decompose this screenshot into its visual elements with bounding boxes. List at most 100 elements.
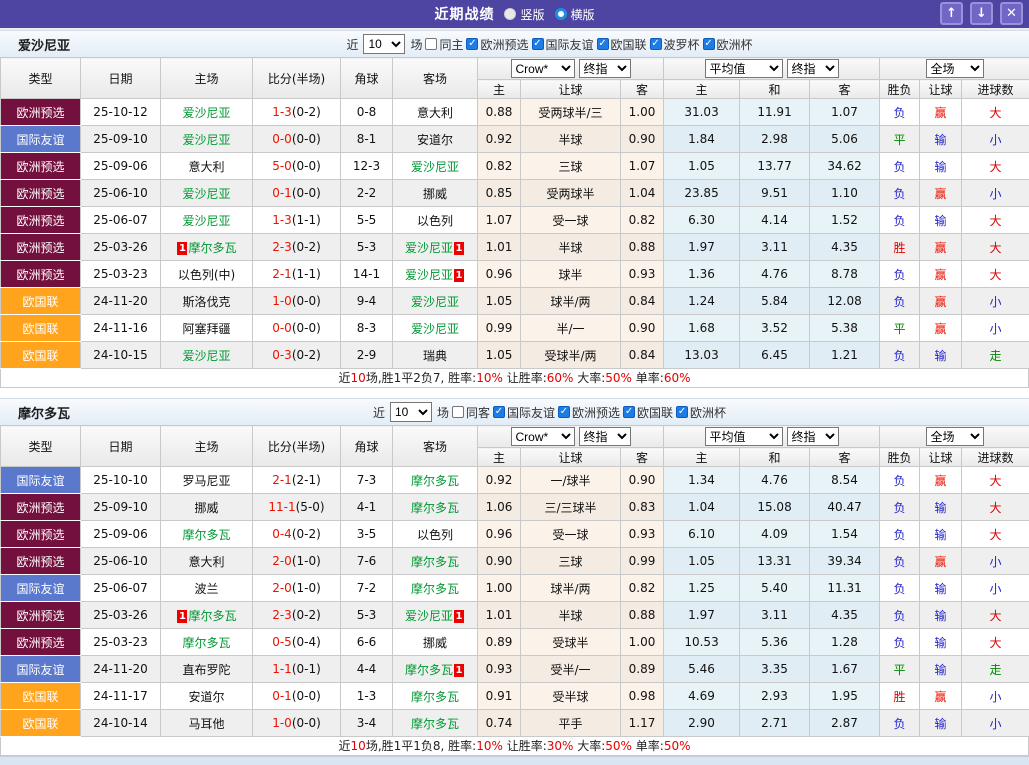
league-type-cell: 欧洲预选 (1, 234, 81, 261)
sub-column-header: 和 (740, 448, 810, 467)
result-cell: 平 (880, 656, 920, 683)
match-row: 国际友谊25-10-10罗马尼亚2-1(2-1)7-3摩尔多瓦0.92一/球半0… (1, 467, 1029, 494)
radio-unselected-icon[interactable] (555, 8, 567, 20)
summary-text: 近 (339, 739, 351, 753)
sub-column-header: 客 (810, 80, 880, 99)
handicap-result-cell: 输 (920, 126, 962, 153)
date-cell: 24-10-14 (81, 710, 161, 737)
checked-checkbox-icon[interactable]: ✓ (623, 406, 635, 418)
result-cell: 负 (880, 575, 920, 602)
handicap-line: 受球半/两 (521, 342, 621, 369)
average-select[interactable]: 平均值 (705, 59, 783, 78)
filter-checkbox-欧洲杯[interactable]: ✓欧洲杯 (703, 36, 753, 53)
filter-checkbox-欧国联[interactable]: ✓欧国联 (597, 36, 647, 53)
goals-result-cell: 小 (962, 575, 1029, 602)
checked-checkbox-icon[interactable]: ✓ (650, 38, 662, 50)
checked-checkbox-icon[interactable]: ✓ (466, 38, 478, 50)
avg-draw-odds: 5.84 (740, 288, 810, 315)
average-final-select[interactable]: 终指 (787, 59, 839, 78)
match-count-select[interactable]: 10 (363, 34, 405, 54)
avg-away-odds: 8.54 (810, 467, 880, 494)
move-down-button[interactable]: ↓ (970, 2, 993, 25)
handicap-line: 三/三球半 (521, 494, 621, 521)
unchecked-checkbox-icon[interactable] (452, 406, 464, 418)
red-card-badge: 1 (454, 242, 464, 255)
filter-checkbox-国际友谊[interactable]: ✓国际友谊 (493, 404, 555, 421)
league-type-cell: 欧国联 (1, 710, 81, 737)
checked-checkbox-icon[interactable]: ✓ (676, 406, 688, 418)
radio-selected-icon[interactable] (504, 8, 516, 20)
filter-checkbox-欧洲预选[interactable]: ✓欧洲预选 (558, 404, 620, 421)
date-cell: 24-11-17 (81, 683, 161, 710)
filter-checkbox-波罗杯[interactable]: ✓波罗杯 (650, 36, 700, 53)
away-team-cell: 爱沙尼亚 (393, 288, 478, 315)
scope-select[interactable]: 全场 (926, 427, 984, 446)
sub-column-header: 进球数 (962, 80, 1029, 99)
layout-radio-vertical[interactable]: 竖版 (504, 6, 544, 23)
date-cell: 24-11-20 (81, 288, 161, 315)
average-select[interactable]: 平均值 (705, 427, 783, 446)
average-final-select[interactable]: 终指 (787, 427, 839, 446)
column-header: 客场 (393, 426, 478, 467)
away-team-name: 意大利 (417, 106, 453, 120)
filter-checkbox-欧洲预选[interactable]: ✓欧洲预选 (466, 36, 528, 53)
avg-away-odds: 1.54 (810, 521, 880, 548)
handicap-line: 半球 (521, 126, 621, 153)
recent-results-table: 类型日期主场比分(半场)角球客场Crow*终指平均值终指全场主让球客主和客胜负让… (0, 57, 1029, 369)
filter-checkbox-同客[interactable]: 同客 (452, 404, 490, 421)
avg-home-odds: 1.25 (664, 575, 740, 602)
avg-home-odds: 31.03 (664, 99, 740, 126)
match-count-select[interactable]: 10 (390, 402, 432, 422)
away-team-cell: 爱沙尼亚 (393, 153, 478, 180)
filter-checkbox-同主[interactable]: 同主 (425, 36, 463, 53)
halftime-score: (0-2) (292, 105, 321, 119)
move-up-button[interactable]: ↑ (940, 2, 963, 25)
corners-cell: 4-4 (341, 656, 393, 683)
home-team-cell: 爱沙尼亚 (161, 342, 253, 369)
unchecked-checkbox-icon[interactable] (425, 38, 437, 50)
filter-checkbox-欧国联[interactable]: ✓欧国联 (623, 404, 673, 421)
fulltime-score: 5-0 (272, 159, 292, 173)
avg-draw-odds: 5.40 (740, 575, 810, 602)
company-select[interactable]: Crow* (511, 59, 575, 78)
away-team-cell: 摩尔多瓦 (393, 548, 478, 575)
avg-away-odds: 39.34 (810, 548, 880, 575)
checked-checkbox-icon[interactable]: ✓ (597, 38, 609, 50)
score-cell: 1-3(0-2) (253, 99, 341, 126)
filter-checkbox-label: 欧国联 (637, 404, 673, 421)
handicap-line: 受球半 (521, 629, 621, 656)
handicap-result-cell: 赢 (920, 683, 962, 710)
header-row-top: 类型日期主场比分(半场)角球客场Crow*终指平均值终指全场 (1, 58, 1029, 80)
column-header: 日期 (81, 58, 161, 99)
goals-result-cell: 大 (962, 153, 1029, 180)
handicap-line: 受一球 (521, 207, 621, 234)
home-team-cell: 爱沙尼亚 (161, 99, 253, 126)
sub-column-header: 主 (664, 448, 740, 467)
avg-draw-odds: 4.76 (740, 467, 810, 494)
handicap-home-odds: 1.05 (478, 288, 521, 315)
company-select[interactable]: Crow* (511, 427, 575, 446)
close-button[interactable]: ✕ (1000, 2, 1023, 25)
filter-checkbox-国际友谊[interactable]: ✓国际友谊 (532, 36, 594, 53)
league-type-cell: 国际友谊 (1, 467, 81, 494)
home-team-name: 马耳他 (188, 717, 224, 731)
checked-checkbox-icon[interactable]: ✓ (532, 38, 544, 50)
company-final-select[interactable]: 终指 (579, 59, 631, 78)
handicap-result-cell: 输 (920, 153, 962, 180)
scope-select[interactable]: 全场 (926, 59, 984, 78)
checked-checkbox-icon[interactable]: ✓ (703, 38, 715, 50)
avg-home-odds: 1.04 (664, 494, 740, 521)
league-type-cell: 国际友谊 (1, 126, 81, 153)
halftime-score: (0-2) (292, 240, 321, 254)
checked-checkbox-icon[interactable]: ✓ (558, 406, 570, 418)
away-team-cell: 摩尔多瓦 (393, 710, 478, 737)
company-final-select[interactable]: 终指 (579, 427, 631, 446)
filter-checkbox-欧洲杯[interactable]: ✓欧洲杯 (676, 404, 726, 421)
result-cell: 负 (880, 467, 920, 494)
halftime-score: (0-2) (292, 608, 321, 622)
avg-home-odds: 5.46 (664, 656, 740, 683)
handicap-line: 半球 (521, 602, 621, 629)
layout-radio-horizontal[interactable]: 横版 (555, 6, 595, 23)
sub-column-header: 进球数 (962, 448, 1029, 467)
checked-checkbox-icon[interactable]: ✓ (493, 406, 505, 418)
